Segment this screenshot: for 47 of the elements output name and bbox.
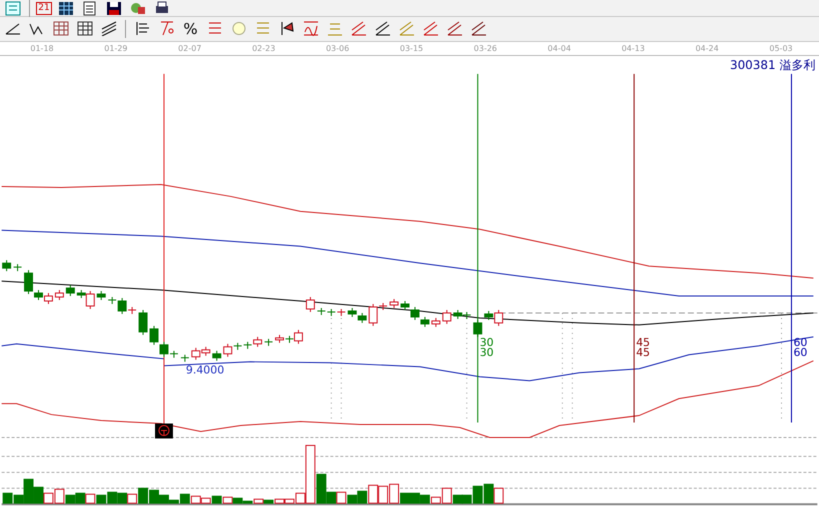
date-label: 04-04 (548, 42, 571, 55)
candlestick (410, 306, 420, 320)
marker-icon (155, 423, 173, 438)
date-label: 01-18 (30, 42, 54, 55)
candlestick (243, 341, 252, 350)
candlestick (473, 319, 482, 338)
candlestick (348, 307, 357, 318)
candlestick (253, 336, 262, 348)
candlestick (264, 338, 274, 346)
candlestick (191, 347, 200, 360)
candlestick (326, 308, 336, 316)
candlestick (180, 354, 190, 362)
candlestick (212, 350, 222, 362)
candlestick (150, 325, 158, 346)
candlestick (66, 284, 75, 296)
candlestick (13, 264, 22, 272)
candlestick (431, 317, 440, 328)
candlestick (462, 311, 472, 320)
stock-label: 300381 溢多利 (730, 58, 816, 72)
date-label: 03-06 (326, 42, 350, 55)
candlestick (138, 309, 148, 336)
candlestick (453, 309, 462, 320)
candlestick (442, 309, 452, 324)
date-label: 01-29 (104, 42, 128, 55)
date-label: 03-26 (474, 42, 498, 55)
date-label: 02-07 (178, 42, 202, 55)
calendar-button[interactable]: 21 (36, 2, 52, 14)
candlestick (400, 300, 410, 310)
candlestick (275, 334, 284, 344)
candlestick (96, 290, 106, 300)
candlestick (2, 260, 12, 272)
candlestick (390, 298, 399, 308)
candlestick (201, 346, 210, 356)
candlestick (54, 289, 64, 300)
date-label: 02-23 (252, 42, 276, 55)
date-label: 03-15 (400, 42, 424, 55)
percent-button[interactable]: % (180, 18, 201, 40)
date-label: 05-03 (769, 42, 793, 55)
candlestick (336, 308, 346, 316)
candlestick (420, 316, 430, 328)
price-label: 9.4000 (186, 364, 224, 377)
candlestick (306, 296, 315, 312)
candlestick (44, 292, 53, 304)
candlestick (358, 312, 367, 324)
date-label: 04-24 (695, 42, 719, 55)
candlestick (316, 307, 326, 316)
date-label: 04-13 (622, 42, 645, 55)
